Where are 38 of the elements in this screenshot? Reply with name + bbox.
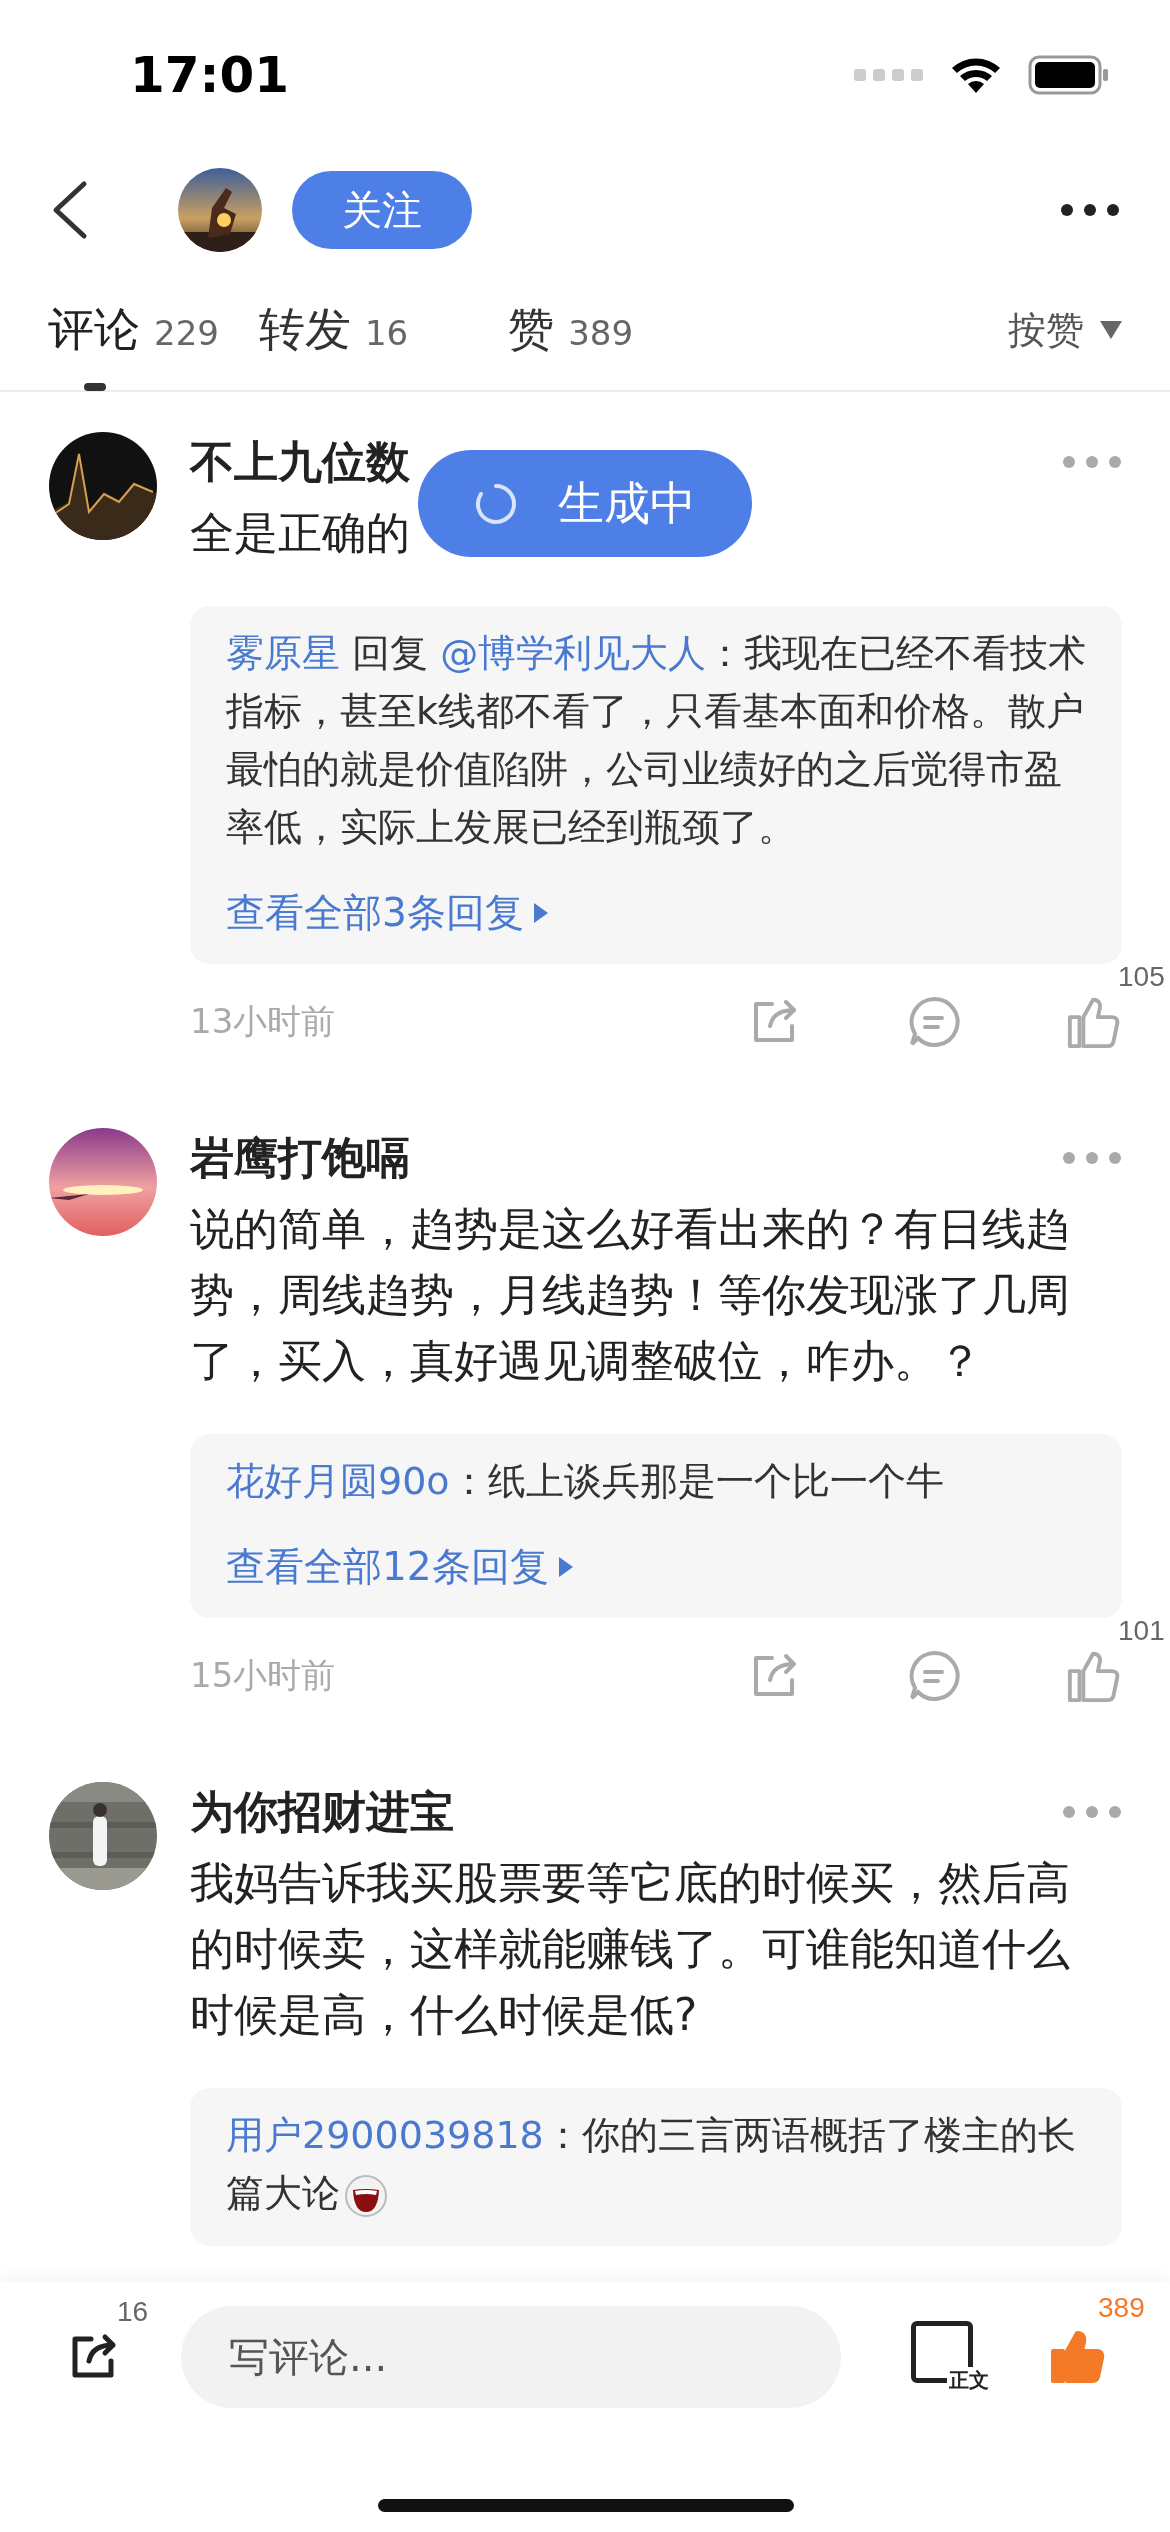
loading-toast: 生成中 [418, 450, 752, 557]
comment-text: 我妈告诉我买股票要等它底的时候买，然后高的时候卖，这样就能赚钱了。可谁能知道什么时候是高，什么时候是低? [190, 1856, 1071, 2042]
tab[interactable]: 赞 389 [508, 299, 634, 391]
tab[interactable]: 评论 229 [48, 299, 219, 391]
reply-text: 花好月圆90o：纸上谈兵那是一个比一个牛 [226, 1458, 945, 1505]
more-icon[interactable] [1060, 203, 1120, 217]
comment-text: 说的简单，趋势是这么好看出来的？有日线趋势，周线趋势，月线趋势！等你发现涨了几周了，买入，真好遇见调整破位，咋办。？ [190, 1202, 1071, 1388]
spinner-icon [474, 481, 518, 526]
comment-icon [907, 995, 961, 1049]
sort-dropdown[interactable]: 按赞 [1008, 304, 1084, 356]
author-name[interactable]: 为你招财进宝 [190, 1782, 454, 1842]
comment-time: 15小时前 [190, 1654, 336, 1697]
caret-icon [1100, 321, 1122, 339]
comment-icon [907, 1649, 961, 1703]
follow-button[interactable]: 关注 [292, 171, 472, 249]
caret-icon [558, 1557, 573, 1577]
reply-text: 用户2900039818：你的三言两语概括了楼主的长篇大论 [226, 2106, 1094, 2222]
author-name[interactable]: 岩鹰打饱嗝 [190, 1128, 410, 1188]
share-button[interactable]: 16 [65, 2295, 173, 2385]
tab[interactable]: 转发 16 [258, 299, 409, 391]
view-all-replies-link[interactable]: 查看全部12条回复 [226, 1540, 573, 1594]
reply-text: 雾原星 回复 @博学利见大人：我现在已经不看技术指标，甚至k线都不看了，只看基本面和价格。散户最怕的就是价值陷阱，公司业绩好的之后觉得市盈率低，实际上发展已经到瓶颈了。 [226, 630, 1088, 851]
comment-text: 全是正确的 [190, 506, 410, 560]
like-button[interactable]: 105 [1066, 960, 1170, 1050]
author-name[interactable]: 不上九位数 [190, 432, 410, 492]
user-link[interactable]: @博学利见大人 [440, 631, 707, 675]
user-link[interactable]: 花好月圆90o [226, 1459, 450, 1503]
user-link[interactable]: 用户2900039818 [226, 2113, 544, 2157]
view-all-replies-link[interactable]: 查看全部3条回复 [226, 886, 548, 940]
like-button[interactable]: 101 [1066, 1614, 1170, 1704]
signal-icon [854, 68, 924, 82]
laughing-emoji-icon [344, 2173, 388, 2218]
comment-input[interactable]: 写评论... [181, 2306, 841, 2408]
caret-icon [533, 903, 548, 923]
user-link[interactable]: 雾原星 [226, 631, 340, 675]
battery-icon [1028, 55, 1110, 95]
comment-time: 13小时前 [190, 1000, 336, 1043]
status-time: 17:01 [130, 46, 290, 104]
